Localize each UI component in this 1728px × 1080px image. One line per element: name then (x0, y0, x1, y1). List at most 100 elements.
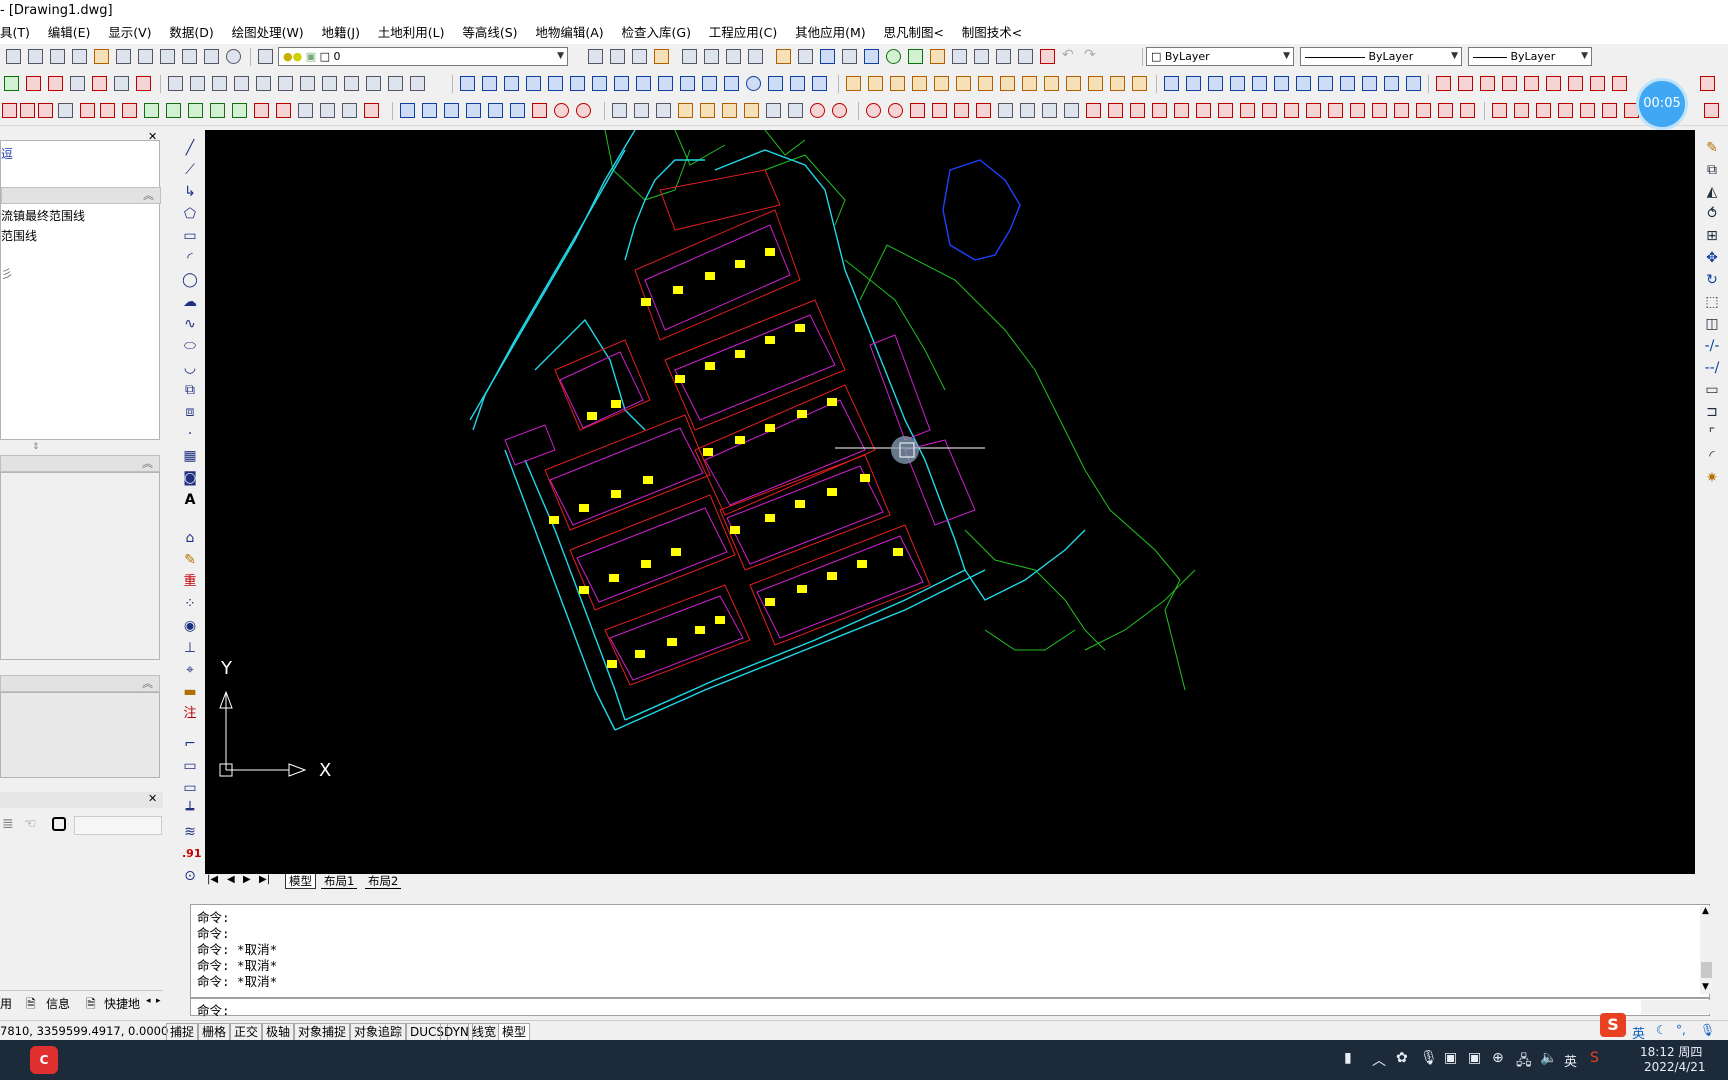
select2-icon[interactable] (634, 103, 649, 118)
chamfer-icon[interactable]: ⌜ (1704, 426, 1720, 442)
mountain-icon[interactable] (298, 103, 313, 118)
tool-r1-icon[interactable] (1436, 76, 1451, 91)
heavy-text-tool[interactable]: 重 (182, 574, 198, 590)
text-t16-icon[interactable] (790, 76, 805, 91)
linetype-combo[interactable]: ByLayer ▼ (1300, 47, 1462, 66)
taskbar-ime-label[interactable]: 英 (1564, 1051, 1577, 1070)
explode-icon[interactable]: ✷ (1704, 470, 1720, 486)
text-t10-icon[interactable] (658, 76, 673, 91)
grid-r9-icon[interactable] (1262, 103, 1277, 118)
menu-item-feature-edit[interactable]: 地物编辑(A) (528, 22, 610, 44)
grid-r7-icon[interactable] (1218, 103, 1233, 118)
text-t6-icon[interactable] (570, 76, 585, 91)
hand-icon[interactable]: ☜ (24, 816, 37, 832)
grid-r3-icon[interactable] (1130, 103, 1145, 118)
print-preview-icon[interactable] (1018, 49, 1033, 64)
select-icon[interactable] (612, 103, 627, 118)
zoom-icon[interactable] (6, 49, 21, 64)
elevation-text-tool[interactable]: .91 (182, 846, 202, 862)
toggle-ortho[interactable]: 正交 (230, 1023, 263, 1041)
overlap-icon[interactable] (998, 103, 1013, 118)
settings-gear-icon[interactable] (226, 49, 241, 64)
toggle-otrack[interactable]: 对象追踪 (350, 1023, 407, 1041)
chevron-left-icon[interactable]: ◂ (146, 996, 151, 1006)
diamond2-red-icon[interactable] (1514, 103, 1529, 118)
menu-item-draw-tech[interactable]: 制图技术< (955, 22, 1029, 44)
text-t14-icon[interactable] (746, 76, 761, 91)
pointer2-icon[interactable] (788, 103, 803, 118)
cass-4-icon[interactable] (92, 76, 107, 91)
open-folder-icon[interactable] (632, 49, 647, 64)
select3-icon[interactable] (656, 103, 671, 118)
circle-tool-icon[interactable]: ◯ (182, 272, 198, 288)
first-tab-icon[interactable]: |◀ (207, 874, 218, 885)
wblock-icon[interactable] (842, 49, 857, 64)
list-item[interactable]: 范围线 (1, 227, 37, 244)
tool-b12-icon[interactable] (1406, 76, 1421, 91)
mic-icon[interactable]: 🎙 (1700, 1023, 1715, 1037)
calculator-icon[interactable] (996, 49, 1011, 64)
grid-r15-icon[interactable] (1394, 103, 1409, 118)
edit-h-icon[interactable] (322, 76, 337, 91)
battery-icon[interactable]: ▮ (1344, 1050, 1352, 1066)
menu-item-sifan-draw[interactable]: 思凡制图< (876, 22, 950, 44)
scale-500-icon[interactable] (160, 49, 175, 64)
move-icon[interactable]: ✥ (1704, 250, 1720, 266)
hash-icon[interactable] (232, 103, 247, 118)
tool-b7-icon[interactable] (1296, 76, 1311, 91)
print-icon[interactable] (682, 49, 697, 64)
polygon-tool-icon[interactable]: ⬠ (182, 206, 198, 222)
offset-icon[interactable]: ⥀ (1704, 206, 1720, 222)
redo-icon[interactable]: ↷ (1084, 48, 1099, 64)
edit-f-icon[interactable] (278, 76, 293, 91)
chevron-up-icon[interactable]: ▲ (1702, 906, 1709, 916)
grid-r10-icon[interactable] (1284, 103, 1299, 118)
house-icon[interactable] (100, 103, 115, 118)
diamond-red-icon[interactable] (1492, 103, 1507, 118)
arrow-icon[interactable] (80, 103, 95, 118)
grid-r12-icon[interactable] (1328, 103, 1343, 118)
tool-b6-icon[interactable] (1274, 76, 1289, 91)
cass-app-icon[interactable]: C (30, 1046, 58, 1074)
menu-item-engineering[interactable]: 工程应用(C) (702, 22, 784, 44)
polyline-tool-icon[interactable]: ↳ (182, 184, 198, 200)
tool-b10-icon[interactable] (1362, 76, 1377, 91)
toggle-osnap[interactable]: 对象捕捉 (294, 1023, 351, 1041)
tool-r2-icon[interactable] (1458, 76, 1473, 91)
brush-tool-icon[interactable]: ✎ (182, 552, 198, 568)
break-icon[interactable]: ▭ (1704, 382, 1720, 398)
edit-b7-icon[interactable] (532, 103, 547, 118)
chevron-up-icon[interactable]: ︿ (1372, 1050, 1386, 1070)
ruler-icon[interactable] (974, 49, 989, 64)
volume-icon[interactable]: 🔈 (1540, 1050, 1557, 1066)
grid-r16-icon[interactable] (1416, 103, 1431, 118)
select6-icon[interactable] (722, 103, 737, 118)
grid-icon[interactable] (864, 49, 879, 64)
list-item[interactable]: 彡 (1, 265, 13, 282)
cross2-green-icon[interactable] (188, 103, 203, 118)
record-icon[interactable] (576, 103, 591, 118)
annotate-tool-icon[interactable]: ⌖ (182, 662, 198, 678)
close-x-icon[interactable] (1704, 103, 1719, 118)
edit-b1-icon[interactable] (400, 103, 415, 118)
cass-1-icon[interactable] (4, 76, 19, 91)
slash-icon[interactable] (932, 103, 947, 118)
list-item[interactable]: 流镇最终范围线 (1, 207, 85, 224)
layers-icon[interactable]: ≣ (2, 816, 14, 832)
color-combo[interactable]: □ ByLayer ▼ (1146, 47, 1294, 66)
arc-tool-icon[interactable]: ◜ (182, 250, 198, 266)
text-t5-icon[interactable] (548, 76, 563, 91)
ellipse-tool-icon[interactable]: ⬭ (182, 338, 198, 354)
line-tool-icon[interactable]: ╱ (182, 140, 198, 156)
layer-combo[interactable]: ●● ▣ □ 0 ▼ (278, 47, 568, 66)
clock-date[interactable]: 2022/4/21 (1644, 1060, 1706, 1074)
toggle-model[interactable]: 模型 (498, 1023, 531, 1041)
layer-manager-icon[interactable] (258, 49, 273, 64)
app-tray-icon[interactable]: ▣ (1444, 1050, 1457, 1066)
text-t15-icon[interactable] (768, 76, 783, 91)
stack-5-icon[interactable] (934, 76, 949, 91)
grid-r17-icon[interactable] (1438, 103, 1453, 118)
drawing-canvas[interactable]: Y X (205, 130, 1695, 874)
save-icon[interactable] (610, 49, 625, 64)
copy-icon[interactable] (704, 49, 719, 64)
